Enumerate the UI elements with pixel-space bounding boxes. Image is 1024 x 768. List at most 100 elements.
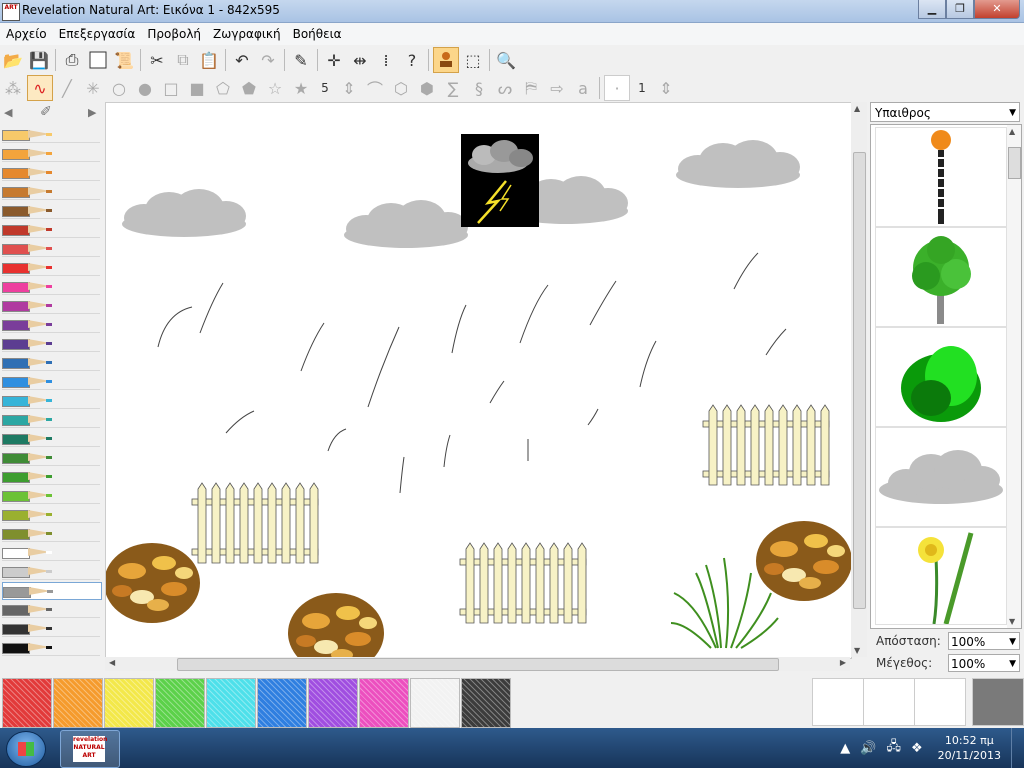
line-icon[interactable]: ╱	[55, 76, 79, 100]
category-select[interactable]: Υπαιθρος ▼	[870, 102, 1020, 122]
pencil-color[interactable]	[2, 506, 100, 523]
new-page-icon[interactable]	[86, 48, 110, 72]
drawing-canvas[interactable]	[105, 102, 852, 659]
spray-icon[interactable]: ⁂	[1, 76, 25, 100]
distance-select[interactable]: 100% ▼	[948, 632, 1020, 650]
undo-icon[interactable]: ↶	[230, 48, 254, 72]
menu-file[interactable]: Αρχείο	[0, 27, 53, 41]
clipart-daffodil[interactable]	[875, 527, 1007, 625]
pencil-color[interactable]	[2, 373, 100, 390]
pencil-color[interactable]	[2, 449, 100, 466]
redo-icon[interactable]: ↷	[256, 48, 280, 72]
save-icon[interactable]: 💾	[27, 48, 51, 72]
filled-polygon-icon[interactable]: ⬢	[415, 76, 439, 100]
text-icon[interactable]: a	[571, 76, 595, 100]
palette-swatch[interactable]	[155, 678, 205, 728]
pencil-color[interactable]	[2, 278, 100, 295]
scroll-up-icon[interactable]: ▲	[1009, 127, 1015, 136]
pencil-color[interactable]	[2, 316, 100, 333]
minimize-button[interactable]: ▁	[918, 0, 946, 19]
scroll-up-icon[interactable]: ▲	[854, 104, 860, 113]
network-icon[interactable]: 🖧	[886, 737, 901, 759]
star-burst-icon[interactable]: ✳	[81, 76, 105, 100]
clipart-cloud[interactable]	[875, 427, 1007, 527]
fill-icon[interactable]: ⛿	[519, 76, 543, 100]
rectangle-icon[interactable]: □	[159, 76, 183, 100]
start-button[interactable]	[6, 731, 46, 767]
scroll-down-icon[interactable]: ▼	[1009, 617, 1015, 626]
polygon-icon[interactable]: ⬡	[389, 76, 413, 100]
pencil-color[interactable]	[2, 183, 100, 200]
palette-swatch[interactable]	[104, 678, 154, 728]
star-icon[interactable]: ☆	[263, 76, 287, 100]
filled-circle-icon[interactable]: ●	[133, 76, 157, 100]
pencil-color[interactable]	[2, 126, 100, 143]
scroll-left-icon[interactable]: ◀	[4, 106, 12, 119]
circle-icon[interactable]: ○	[107, 76, 131, 100]
scroll-icon[interactable]: 📜	[112, 48, 136, 72]
palette-swatch[interactable]	[410, 678, 460, 728]
filled-star-icon[interactable]: ★	[289, 76, 313, 100]
freehand-icon[interactable]: ∿	[27, 75, 53, 101]
spinner-icon[interactable]: ⇕	[337, 76, 361, 100]
copy-icon[interactable]: ⧉	[171, 48, 195, 72]
curve-icon[interactable]: ∑	[441, 76, 465, 100]
scrollbar-thumb[interactable]	[1008, 147, 1021, 179]
stamp-icon[interactable]	[433, 47, 459, 73]
palette-swatch[interactable]	[2, 678, 52, 728]
menu-view[interactable]: Προβολή	[141, 27, 207, 41]
color-slot[interactable]	[812, 678, 864, 726]
menu-paint[interactable]: Ζωγραφική	[207, 27, 287, 41]
pencil-color[interactable]	[2, 354, 100, 371]
scroll-left-icon[interactable]: ◀	[109, 658, 115, 667]
pencil-color[interactable]	[2, 221, 100, 238]
scroll-right-icon[interactable]: ▶	[88, 106, 96, 119]
print-icon[interactable]: ⎙	[60, 48, 84, 72]
pentagon-icon[interactable]: ⬠	[211, 76, 235, 100]
arrow-icon[interactable]: ⇨	[545, 76, 569, 100]
mirror-horizontal-icon[interactable]: ✛	[322, 48, 346, 72]
paste-icon[interactable]: 📋	[197, 48, 221, 72]
eyedropper-icon[interactable]: ✎	[289, 48, 313, 72]
palette-swatch[interactable]	[206, 678, 256, 728]
menu-help[interactable]: Βοήθεια	[287, 27, 348, 41]
palette-swatch[interactable]	[461, 678, 511, 728]
scroll-down-icon[interactable]: ▼	[854, 646, 860, 655]
pencil-color[interactable]	[2, 430, 100, 447]
volume-icon[interactable]: 🔊	[860, 741, 876, 756]
pencil-color[interactable]	[2, 240, 100, 257]
help-icon[interactable]: ?	[400, 48, 424, 72]
color-slot[interactable]	[914, 678, 966, 726]
show-desktop-button[interactable]	[1011, 728, 1024, 768]
clipart-tree[interactable]	[875, 227, 1007, 327]
pencil-color[interactable]	[2, 411, 100, 428]
palette-swatch[interactable]	[53, 678, 103, 728]
filled-pentagon-icon[interactable]: ⬟	[237, 76, 261, 100]
pencil-color[interactable]	[2, 582, 102, 600]
pencil-color[interactable]	[2, 544, 100, 561]
pencil-color[interactable]	[2, 468, 100, 485]
pencil-color[interactable]	[2, 639, 100, 656]
pencil-color[interactable]	[2, 164, 100, 181]
mirror-vertical-icon[interactable]: ⇹	[348, 48, 372, 72]
vertical-scrollbar[interactable]: ▲ ▼	[851, 102, 867, 657]
pencil-color[interactable]	[2, 601, 100, 618]
palette-swatch[interactable]	[308, 678, 358, 728]
current-color[interactable]	[972, 678, 1024, 726]
clipart-bush[interactable]	[875, 327, 1007, 427]
select-icon[interactable]: ⬚	[461, 48, 485, 72]
open-icon[interactable]: 📂	[1, 48, 25, 72]
cut-icon[interactable]: ✂	[145, 48, 169, 72]
curve-filled-icon[interactable]: ᔕ	[493, 76, 517, 100]
close-button[interactable]: ✕	[974, 0, 1020, 19]
pencil-color[interactable]	[2, 563, 100, 580]
symmetry-icon[interactable]: ⁞	[374, 48, 398, 72]
pencil-color[interactable]	[2, 259, 100, 276]
dropbox-icon[interactable]: ❖	[911, 741, 923, 756]
taskbar-app-button[interactable]: revelation NATURAL ART	[60, 730, 120, 768]
pencil-color[interactable]	[2, 297, 100, 314]
maximize-button[interactable]: ❐	[946, 0, 974, 19]
point-icon[interactable]: ·	[604, 75, 630, 101]
clipart-scrollbar[interactable]: ▲ ▼	[1007, 125, 1021, 628]
horizontal-scrollbar[interactable]: ◀ ▶	[105, 657, 850, 671]
